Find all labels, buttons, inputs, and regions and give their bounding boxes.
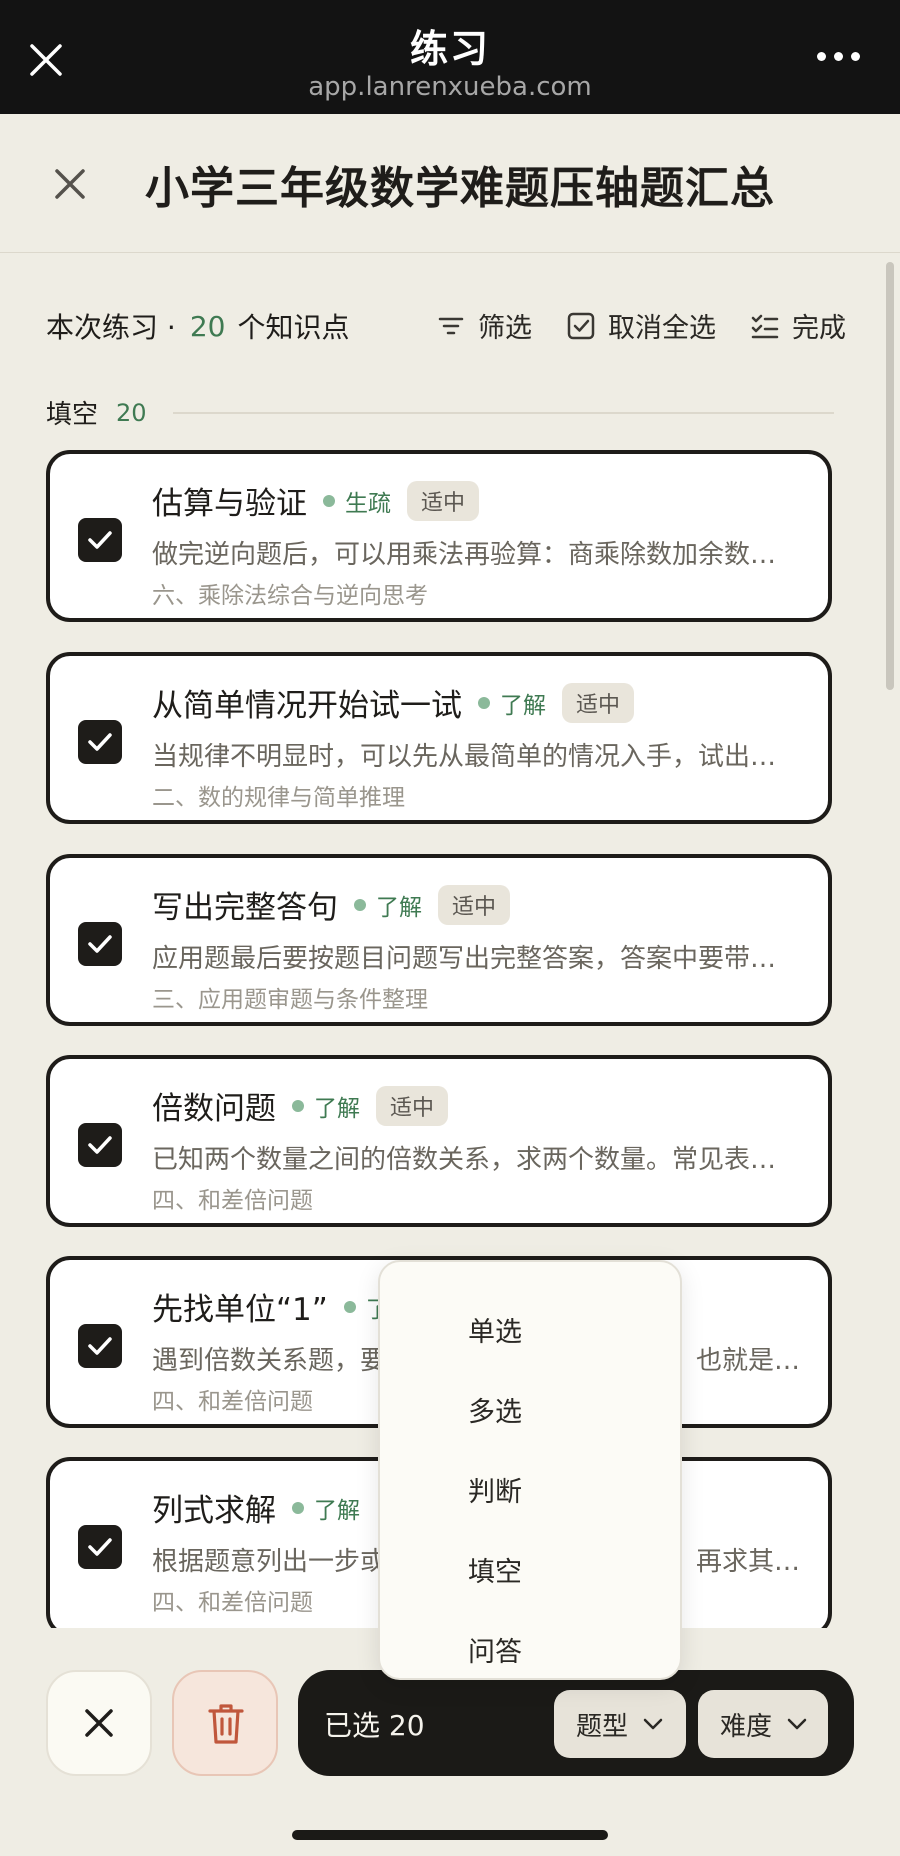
done-button[interactable]: 完成	[750, 306, 846, 345]
filter-button[interactable]: 筛选	[436, 306, 532, 345]
knowledge-card[interactable]: 从简单情况开始试一试 了解 适中 当规律不明显时，可以先从最简单的情况入手，试出…	[46, 652, 832, 824]
difficulty-tag: 适中	[562, 682, 635, 723]
card-title: 先找单位“1”	[152, 1292, 328, 1328]
card-checkbox[interactable]	[78, 518, 122, 562]
menu-option-short-answer[interactable]: 问答	[468, 1630, 522, 1669]
check-icon	[88, 733, 112, 751]
browser-top-bar: 练习 app.lanrenxueba.com	[0, 0, 900, 114]
card-description-tail: 也就是…	[696, 1346, 801, 1376]
page-title: 小学三年级数学难题压轴题汇总	[145, 163, 775, 214]
card-description: 做完逆向题后，可以用乘法再验算：商乘除数加余数…	[152, 540, 777, 570]
card-description: 已知两个数量之间的倍数关系，求两个数量。常见表…	[152, 1145, 777, 1175]
card-chapter: 三、应用题审题与条件整理	[152, 987, 428, 1013]
checkbox-icon	[567, 312, 595, 339]
delete-button[interactable]	[172, 1670, 278, 1776]
card-chapter: 四、和差倍问题	[152, 1590, 313, 1616]
question-type-dropdown[interactable]: 题型	[554, 1690, 686, 1758]
section-divider	[172, 411, 834, 414]
card-title: 写出完整答句	[152, 890, 338, 926]
card-description: 应用题最后要按题目问题写出完整答案，答案中要带…	[152, 944, 777, 974]
card-description: 遇到倍数关系题，要	[152, 1346, 387, 1376]
menu-option-multiple-choice[interactable]: 多选	[468, 1390, 522, 1429]
filter-icon	[438, 317, 464, 334]
knowledge-card[interactable]: 估算与验证 生疏 适中 做完逆向题后，可以用乘法再验算：商乘除数加余数… 六、乘…	[46, 450, 832, 622]
summary-count: 20	[189, 309, 226, 343]
card-chapter: 四、和差倍问题	[152, 1389, 313, 1415]
menu-option-true-false[interactable]: 判断	[468, 1470, 522, 1509]
check-icon	[88, 1337, 112, 1355]
card-title: 估算与验证	[152, 486, 307, 522]
browser-url: app.lanrenxueba.com	[308, 72, 592, 102]
selection-bar: 已选 20 题型 难度	[298, 1670, 854, 1776]
more-options-icon[interactable]	[817, 52, 860, 61]
section-header: 填空 20	[46, 394, 834, 431]
card-chapter: 四、和差倍问题	[152, 1188, 313, 1214]
card-description: 根据题意列出一步或	[152, 1547, 387, 1577]
menu-option-fill-blank[interactable]: 填空	[468, 1550, 522, 1589]
knowledge-card[interactable]: 写出完整答句 了解 适中 应用题最后要按题目问题写出完整答案，答案中要带… 三、…	[46, 854, 832, 1026]
mastery-badge: 生疏	[323, 484, 391, 518]
filter-label: 筛选	[478, 313, 532, 344]
summary-prefix: 本次练习 ·	[46, 311, 176, 344]
check-icon	[88, 531, 112, 549]
card-checkbox[interactable]	[78, 1123, 122, 1167]
card-chapter: 二、数的规律与简单推理	[152, 785, 405, 811]
mastery-badge: 了解	[292, 1491, 360, 1525]
difficulty-dropdown[interactable]: 难度	[698, 1690, 828, 1758]
practice-summary: 本次练习 · 20 个知识点	[46, 306, 349, 346]
difficulty-tag: 适中	[376, 1085, 449, 1126]
card-title: 从简单情况开始试一试	[152, 688, 462, 724]
check-icon	[88, 935, 112, 953]
difficulty-tag: 适中	[438, 884, 511, 925]
page-header: 小学三年级数学难题压轴题汇总	[0, 114, 900, 253]
menu-option-single-choice[interactable]: 单选	[468, 1310, 522, 1349]
knowledge-card[interactable]: 倍数问题 了解 适中 已知两个数量之间的倍数关系，求两个数量。常见表… 四、和差…	[46, 1055, 832, 1227]
check-icon	[88, 1538, 112, 1556]
mastery-badge: 了解	[478, 686, 546, 720]
question-type-menu: 单选 多选 判断 填空 问答	[378, 1260, 682, 1680]
selected-count: 已选 20	[324, 1709, 425, 1742]
mastery-badge: 了解	[292, 1089, 360, 1123]
close-icon	[85, 1709, 113, 1737]
chevron-down-icon	[643, 1718, 663, 1730]
card-title: 倍数问题	[152, 1091, 276, 1127]
cancel-selection-button[interactable]	[46, 1670, 152, 1776]
chevron-down-icon	[787, 1718, 807, 1730]
trash-icon	[208, 1704, 244, 1744]
card-chapter: 六、乘除法综合与逆向思考	[152, 583, 428, 609]
difficulty-label: 难度	[720, 1711, 773, 1742]
card-checkbox[interactable]	[78, 922, 122, 966]
close-page-icon[interactable]	[50, 164, 90, 204]
summary-suffix: 个知识点	[237, 311, 350, 344]
home-indicator	[292, 1830, 608, 1840]
section-name: 填空	[46, 400, 99, 430]
card-title: 列式求解	[152, 1493, 276, 1529]
toolbar-actions: 筛选 取消全选 完成	[436, 306, 846, 345]
card-checkbox[interactable]	[78, 1525, 122, 1569]
check-icon	[88, 1136, 112, 1154]
difficulty-tag: 适中	[407, 480, 480, 521]
deselect-all-button[interactable]: 取消全选	[566, 306, 716, 345]
done-label: 完成	[792, 313, 846, 344]
scrollbar-thumb[interactable]	[886, 262, 894, 690]
browser-title: 练习	[409, 27, 490, 71]
card-checkbox[interactable]	[78, 1324, 122, 1368]
card-description: 当规律不明显时，可以先从最简单的情况入手，试出…	[152, 742, 777, 772]
card-description-tail: 再求其…	[696, 1547, 801, 1577]
mastery-badge: 了解	[354, 888, 422, 922]
section-count: 20	[116, 398, 147, 427]
card-checkbox[interactable]	[78, 720, 122, 764]
deselect-all-label: 取消全选	[608, 313, 716, 344]
checklist-icon	[751, 314, 779, 338]
question-type-label: 题型	[576, 1711, 629, 1742]
